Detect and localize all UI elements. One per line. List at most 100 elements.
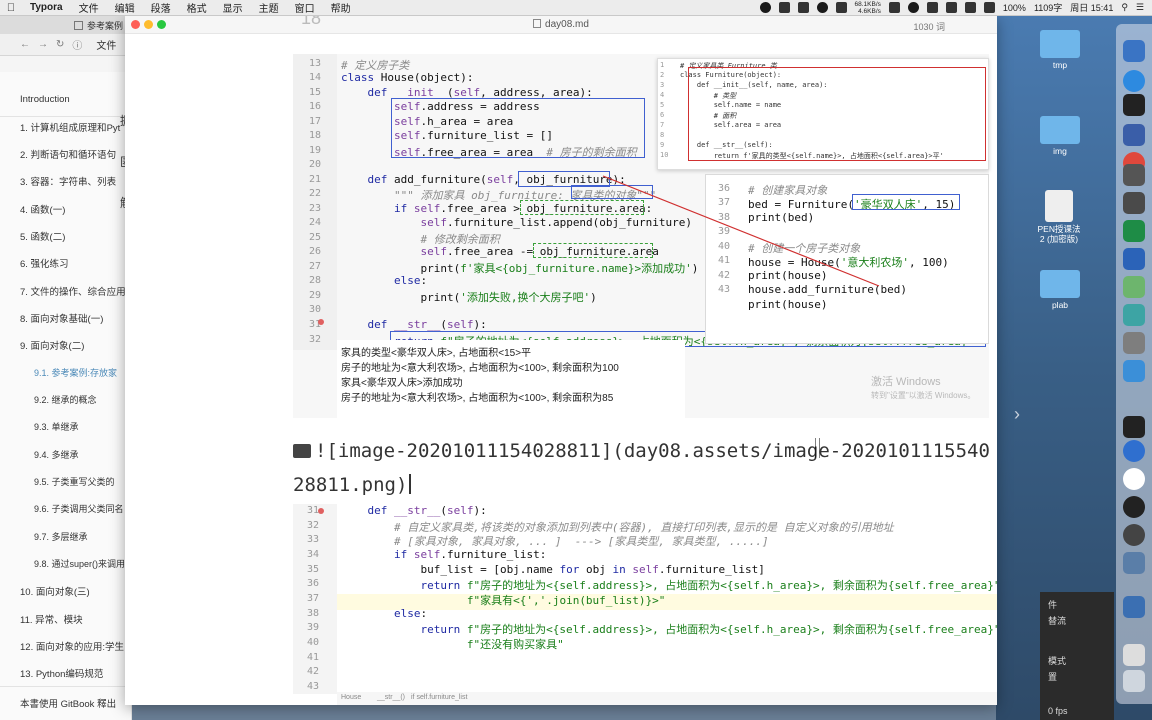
app-icon[interactable]: [1123, 644, 1145, 666]
menu-theme[interactable]: 主题: [251, 0, 287, 15]
console-line: 家具的类型<豪华双人床>, 占地面积<15>平: [341, 348, 532, 359]
word-icon[interactable]: [1123, 248, 1145, 270]
toc-item-active[interactable]: 9.1. 参考案例:存放家: [34, 366, 117, 379]
status-app-icon[interactable]: [816, 2, 828, 13]
document-title: day08.md: [125, 19, 997, 30]
title-bar: day08.md 1030 词: [125, 16, 997, 34]
folder-icon: [1040, 30, 1080, 58]
panel-item[interactable]: 件: [1048, 598, 1057, 611]
toc-item[interactable]: 4. 函数(一): [20, 202, 65, 216]
gitbook-footer[interactable]: 本書使用 GitBook 釋出: [20, 696, 116, 710]
back-icon[interactable]: ←: [20, 39, 30, 50]
toc-item[interactable]: 9.5. 子类重写父类的: [34, 475, 115, 488]
info-icon[interactable]: ⓘ: [72, 37, 82, 52]
excel-icon[interactable]: [1123, 220, 1145, 242]
forward-icon[interactable]: →: [38, 39, 48, 50]
source-line[interactable]: 28811.png): [293, 474, 411, 496]
toc-item[interactable]: 3. 容器：字符串、列表: [20, 174, 116, 188]
menu-window[interactable]: 窗口: [287, 0, 323, 15]
menu-format[interactable]: 格式: [179, 0, 215, 15]
app-icon[interactable]: [1123, 552, 1145, 574]
browser-window: 参考案例 ← → ↻ ⓘ 文件 Introduction 1. 计算机组成原理和…: [0, 16, 135, 720]
app-icon[interactable]: [1123, 276, 1145, 298]
toc-item[interactable]: 6. 强化练习: [20, 256, 69, 270]
toc-item[interactable]: 9.7. 多层继承: [34, 530, 88, 543]
panel-item[interactable]: 模式: [1048, 654, 1066, 667]
menu-help[interactable]: 帮助: [323, 0, 359, 15]
status-app-icon[interactable]: [945, 2, 957, 13]
menu-paragraph[interactable]: 段落: [143, 0, 179, 15]
status-app-icon[interactable]: [835, 2, 847, 13]
toc-item[interactable]: 8. 面向对象基础(一): [20, 311, 103, 325]
battery-percent[interactable]: 100%: [1003, 3, 1026, 13]
app-icon[interactable]: [1123, 124, 1145, 146]
app-icon[interactable]: [1123, 496, 1145, 518]
control-center-icon[interactable]: ☰: [1136, 2, 1144, 13]
app-icon[interactable]: [1123, 360, 1145, 382]
app-icon[interactable]: [1123, 332, 1145, 354]
menu-app-name[interactable]: Typora: [22, 2, 71, 13]
source-line[interactable]: ![image-20201011154028811](day08.assets/…: [293, 440, 990, 462]
markdown-image-source[interactable]: ![image-20201011154028811](day08.assets/…: [293, 436, 997, 506]
word-count[interactable]: 1030 词: [913, 20, 945, 33]
status-app-icon[interactable]: [907, 2, 919, 13]
panel-item[interactable]: 置: [1048, 670, 1057, 683]
desktop-folder-tmp[interactable]: tmp: [1036, 30, 1084, 70]
app-icon[interactable]: [1123, 164, 1145, 186]
app-icon[interactable]: [1123, 524, 1145, 546]
toc-item[interactable]: 2. 判断语句和循环语句: [20, 147, 116, 161]
search-icon[interactable]: ⚲: [1121, 2, 1128, 13]
panel-item[interactable]: 替流: [1048, 614, 1066, 627]
toc-item[interactable]: 11. 异常、模块: [20, 612, 83, 626]
toc-item[interactable]: 13. Python编码规范: [20, 666, 103, 680]
volume-icon[interactable]: [983, 2, 995, 13]
status-app-icon[interactable]: [778, 2, 790, 13]
terminal-icon[interactable]: [1123, 94, 1145, 116]
breakpoint-icon[interactable]: [318, 508, 324, 514]
address-bar[interactable]: 文件: [96, 37, 116, 52]
menu-view[interactable]: 显示: [215, 0, 251, 15]
typora-icon[interactable]: [1123, 192, 1145, 214]
breadcrumb-item[interactable]: House: [341, 694, 361, 701]
pycharm-icon[interactable]: [1123, 416, 1145, 438]
toc-item[interactable]: 9.2. 继承的概念: [34, 393, 97, 406]
status-app-icon[interactable]: [797, 2, 809, 13]
toc-item[interactable]: 9.8. 通过super()来调用: [34, 557, 125, 570]
browser-tab[interactable]: 参考案例: [0, 16, 132, 34]
toc-item[interactable]: 9.4. 多继承: [34, 448, 79, 461]
toc-item[interactable]: 10. 面向对象(三): [20, 584, 90, 598]
toc-item[interactable]: 9. 面向对象(二): [20, 338, 84, 352]
menu-file[interactable]: 文件: [71, 0, 107, 15]
apple-icon[interactable]: : [0, 2, 22, 14]
finder-icon[interactable]: [1123, 40, 1145, 62]
status-app-icon[interactable]: [759, 2, 771, 13]
breadcrumb-item[interactable]: if self.furniture_list: [411, 694, 467, 701]
app-icon[interactable]: [1123, 596, 1145, 618]
app-icon[interactable]: [1123, 468, 1145, 490]
toc-item[interactable]: 1. 计算机组成原理和Pyt: [20, 120, 120, 134]
status-app-icon[interactable]: [926, 2, 938, 13]
desktop-file-pen[interactable]: PEN授课法 2 (加密版): [1026, 190, 1092, 244]
safari-icon[interactable]: [1123, 70, 1145, 92]
desktop-folder-plab[interactable]: plab: [1036, 270, 1084, 310]
toc-item[interactable]: 5. 函数(二): [20, 229, 65, 243]
menu-edit[interactable]: 编辑: [107, 0, 143, 15]
breadcrumb-item[interactable]: __str__(): [377, 694, 405, 701]
toc-item[interactable]: Introduction: [20, 94, 70, 105]
status-app-icon[interactable]: [888, 2, 900, 13]
trash-icon[interactable]: [1123, 670, 1145, 692]
input-method[interactable]: 1109字: [1034, 1, 1062, 14]
heading-fragment: 18: [301, 16, 322, 28]
toc-item[interactable]: 9.3. 单继承: [34, 420, 79, 433]
toc-item[interactable]: 9.6. 子类调用父类同名: [34, 502, 124, 515]
tab-page-icon: [74, 20, 83, 30]
app-icon[interactable]: [1123, 304, 1145, 326]
chevron-right-icon[interactable]: ›: [1014, 404, 1020, 425]
reload-icon[interactable]: ↻: [56, 39, 64, 50]
app-icon[interactable]: [1123, 440, 1145, 462]
clock[interactable]: 周日 15:41: [1070, 1, 1113, 14]
wifi-icon[interactable]: [964, 2, 976, 13]
toc-item[interactable]: 12. 面向对象的应用:学生: [20, 639, 124, 653]
toc-item[interactable]: 7. 文件的操作、综合应用: [20, 284, 126, 298]
desktop-folder-img[interactable]: img: [1036, 116, 1084, 156]
